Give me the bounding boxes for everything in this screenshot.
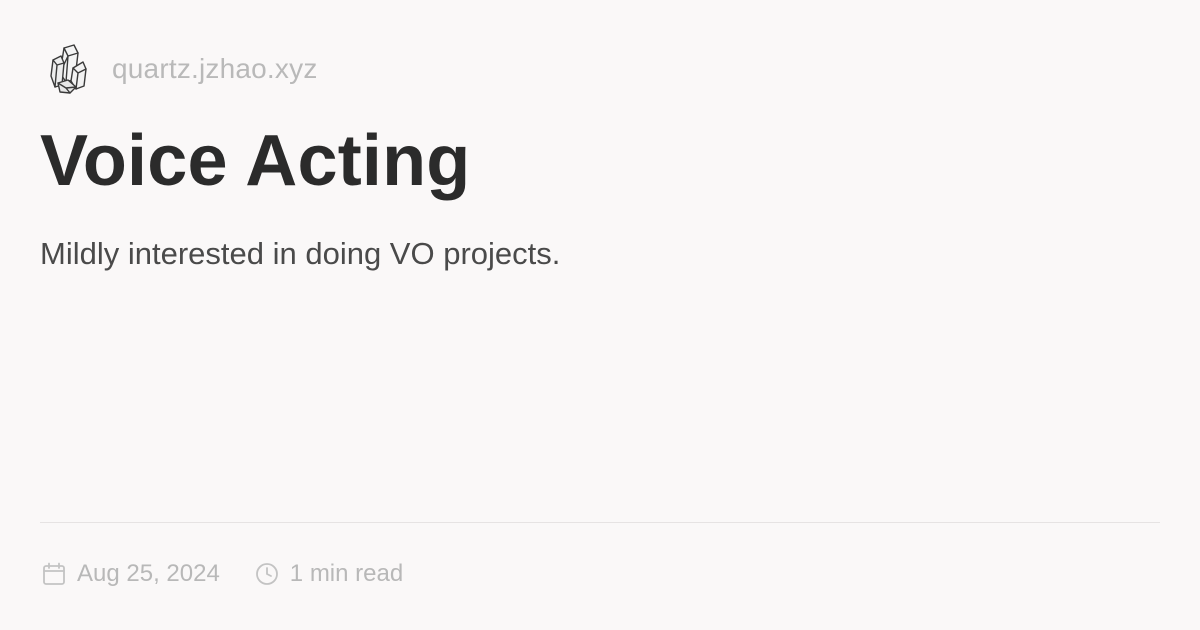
date-meta: Aug 25, 2024 (41, 560, 220, 588)
site-name[interactable]: quartz.jzhao.xyz (112, 53, 318, 85)
published-date: Aug 25, 2024 (77, 560, 220, 587)
social-preview-card: quartz.jzhao.xyz Voice Acting Mildly int… (0, 0, 1200, 630)
calendar-icon (43, 562, 65, 585)
meta-row: Aug 25, 2024 1 min read (41, 556, 403, 592)
site-header: quartz.jzhao.xyz (46, 42, 318, 96)
footer-divider (40, 522, 1160, 523)
reading-time-meta: 1 min read (254, 560, 403, 588)
page-title: Voice Acting (40, 121, 471, 201)
clock-icon (255, 563, 278, 585)
page-description: Mildly interested in doing VO projects. (40, 236, 561, 271)
crystal-cluster-icon (50, 44, 87, 94)
reading-time: 1 min read (289, 560, 404, 587)
